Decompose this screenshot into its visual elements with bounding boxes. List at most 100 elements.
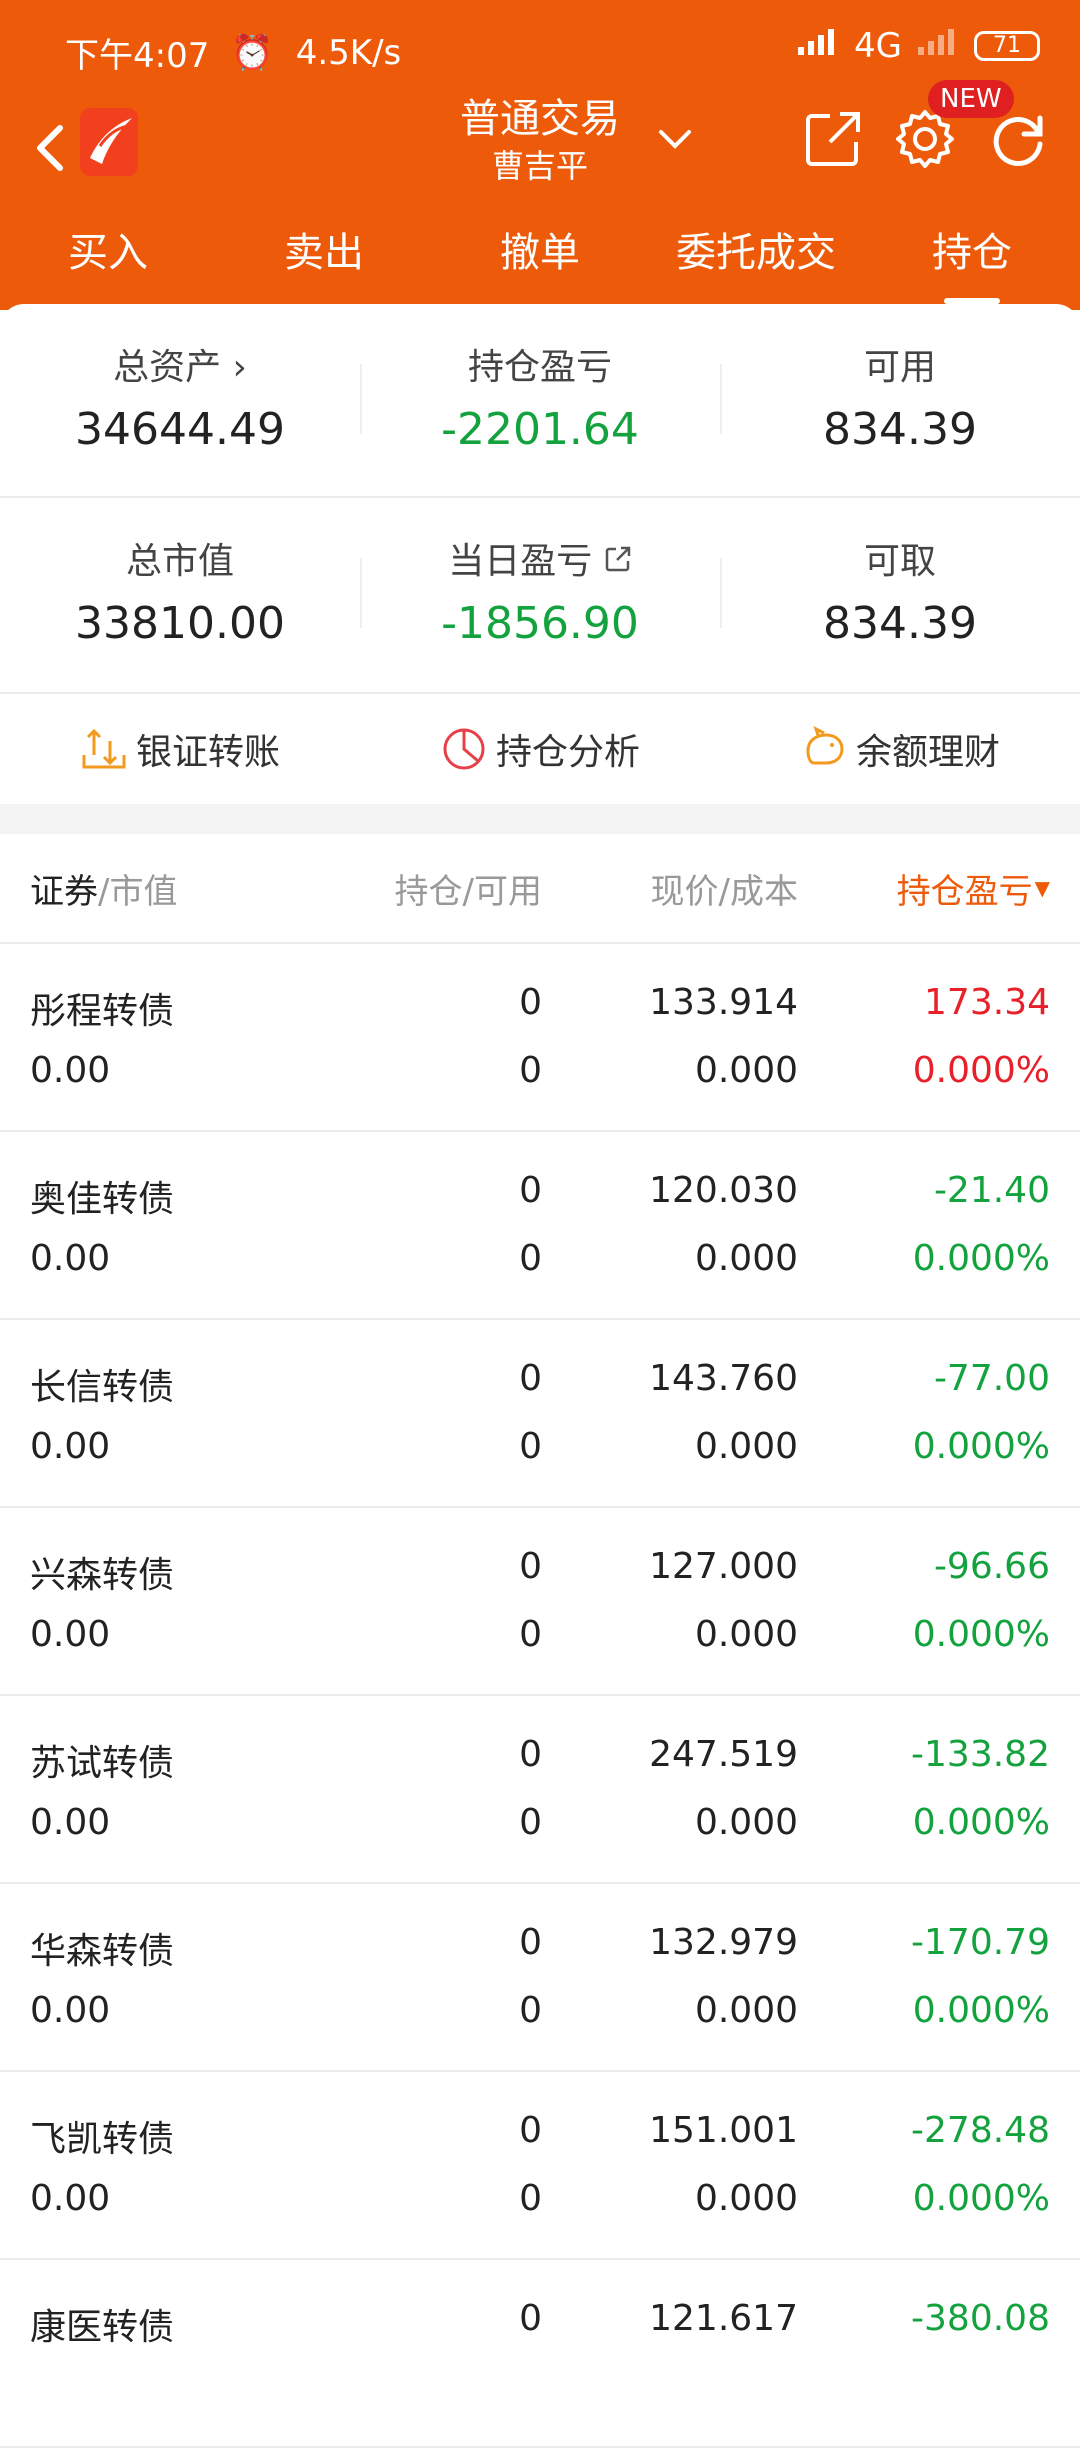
current-price: 247.519 [649, 1734, 798, 1775]
summary-row-2: 总市值 33810.00 当日盈亏 -1856.90 可取 834.39 [0, 498, 1080, 688]
table-row[interactable]: 苏试转债 0.00 0 0 247.519 0.000 -133.82 0.000% [0, 1696, 1080, 1884]
holding-quantity: 0 [519, 2110, 542, 2151]
security-name: 苏试转债 [30, 1743, 175, 1784]
pnl-percent: 0.000% [912, 1238, 1050, 1279]
total-assets-label: 总资产 › [113, 347, 247, 388]
market-value: 0.00 [30, 1990, 111, 2031]
market-value: 0.00 [30, 1614, 111, 1655]
cost-price: 0.000 [694, 1426, 798, 1467]
piggy-bank-icon [806, 726, 844, 765]
table-row[interactable]: 康医转债 0 121.617 -380.08 [0, 2260, 1080, 2448]
account-name: 曹吉平 [491, 147, 588, 185]
holding-quantity: 0 [519, 1546, 542, 1587]
table-row[interactable]: 彤程转债 0.00 0 0 133.914 0.000 173.34 0.000% [0, 944, 1080, 1132]
net-speed: 4.5K/s [295, 32, 402, 73]
daily-pnl[interactable]: 当日盈亏 -1856.90 [360, 498, 720, 688]
current-price: 143.760 [649, 1358, 798, 1399]
security-name: 长信转债 [30, 1367, 175, 1408]
position-pnl-label: 持仓盈亏 [467, 347, 612, 388]
account-selector[interactable]: 普通交易 曹吉平 [440, 90, 640, 188]
total-assets[interactable]: 总资产 › 34644.49 [0, 304, 360, 494]
tab-orders-trades[interactable]: 委托成交 [648, 218, 864, 308]
position-analysis-label: 持仓分析 [495, 732, 640, 773]
section-gap [0, 804, 1080, 834]
signal-icon-2 [916, 26, 960, 66]
balance-wealth-button[interactable]: 余额理财 [720, 694, 1080, 804]
transfer-icon [82, 728, 126, 769]
security-name: 康医转债 [30, 2307, 175, 2348]
current-price: 121.617 [649, 2298, 798, 2339]
sort-desc-icon: ▼ [1034, 876, 1050, 900]
bank-transfer-button[interactable]: 银证转账 [0, 694, 360, 804]
market-value: 0.00 [30, 1802, 111, 1843]
available-quantity: 0 [519, 1238, 542, 1279]
table-row[interactable]: 长信转债 0.00 0 0 143.760 0.000 -77.00 0.000% [0, 1320, 1080, 1508]
market-value: 0.00 [30, 1238, 111, 1279]
pie-chart-icon [443, 728, 485, 770]
total-market-value: 总市值 33810.00 [0, 498, 360, 688]
position-pnl-value: -2201.64 [441, 404, 639, 455]
tab-buy[interactable]: 买入 [0, 218, 216, 308]
bank-transfer-label: 银证转账 [135, 732, 280, 773]
market-value: 0.00 [30, 1050, 111, 1091]
page-title: 普通交易 [460, 96, 620, 142]
chevron-left-icon [37, 125, 63, 171]
security-name: 兴森转债 [30, 1555, 175, 1596]
tab-positions[interactable]: 持仓 [864, 218, 1080, 308]
pnl-percent: 0.000% [912, 1614, 1050, 1655]
holding-quantity: 0 [519, 982, 542, 1023]
total-market-value-value: 33810.00 [75, 598, 285, 649]
table-row[interactable]: 华森转债 0.00 0 0 132.979 0.000 -170.79 0.000% [0, 1884, 1080, 2072]
current-price: 127.000 [649, 1546, 798, 1587]
header-hold-available[interactable]: 持仓/可用 [395, 834, 542, 942]
available-funds-label: 可用 [863, 347, 936, 388]
withdrawable-funds-label: 可取 [863, 541, 936, 582]
holding-quantity: 0 [519, 2298, 542, 2339]
security-name: 飞凯转债 [30, 2119, 175, 2160]
position-analysis-button[interactable]: 持仓分析 [360, 694, 720, 804]
tab-cancel-order[interactable]: 撤单 [432, 218, 648, 308]
current-price: 120.030 [649, 1170, 798, 1211]
chevron-down-icon[interactable] [655, 120, 695, 160]
cost-price: 0.000 [694, 1990, 798, 2031]
pnl-percent: 0.000% [912, 1426, 1050, 1467]
position-pnl: -77.00 [933, 1358, 1050, 1399]
trade-tabs: 买入 卖出 撤单 委托成交 持仓 [0, 218, 1080, 308]
header-market-value-label: /市值 [98, 871, 178, 912]
share-button[interactable] [802, 108, 864, 170]
header-price-cost[interactable]: 现价/成本 [651, 834, 798, 942]
security-name: 奥佳转债 [30, 1179, 175, 1220]
external-link-icon [806, 112, 860, 166]
current-price: 151.001 [649, 2110, 798, 2151]
positions-table-header: 证券/市值 持仓/可用 现价/成本 持仓盈亏 ▼ [0, 834, 1080, 944]
quick-actions: 银证转账 持仓分析 余额理财 [0, 694, 1080, 804]
refresh-button[interactable] [986, 108, 1050, 172]
holding-quantity: 0 [519, 1922, 542, 1963]
back-button[interactable] [24, 112, 84, 182]
table-row[interactable]: 飞凯转债 0.00 0 0 151.001 0.000 -278.48 0.000% [0, 2072, 1080, 2260]
holding-quantity: 0 [519, 1170, 542, 1211]
cost-price: 0.000 [694, 1050, 798, 1091]
header-security-label: 证券 [30, 871, 98, 912]
table-row[interactable]: 奥佳转债 0.00 0 0 120.030 0.000 -21.40 0.000% [0, 1132, 1080, 1320]
broker-logo [78, 106, 140, 178]
cost-price: 0.000 [694, 1802, 798, 1843]
available-quantity: 0 [519, 1426, 542, 1467]
position-pnl: 持仓盈亏 -2201.64 [360, 304, 720, 494]
available-quantity: 0 [519, 1614, 542, 1655]
app-header: 普通交易 曹吉平 NEW [0, 80, 1080, 210]
daily-pnl-label: 当日盈亏 [448, 541, 593, 582]
total-market-value-label: 总市值 [125, 541, 234, 582]
summary-row-1: 总资产 › 34644.49 持仓盈亏 -2201.64 可用 834.39 [0, 304, 1080, 494]
position-pnl: 173.34 [924, 982, 1050, 1023]
pnl-percent: 0.000% [912, 1050, 1050, 1091]
market-value: 0.00 [30, 1426, 111, 1467]
header-position-pnl[interactable]: 持仓盈亏 ▼ [897, 834, 1050, 942]
position-pnl: -278.48 [911, 2110, 1050, 2151]
status-bar: 下午4:07 ⏰ 4.5K/s 4G 71 [0, 0, 1080, 90]
header-security[interactable]: 证券/市值 [30, 834, 177, 942]
tab-sell[interactable]: 卖出 [216, 218, 432, 308]
balance-wealth-label: 余额理财 [855, 732, 1000, 773]
pnl-percent: 0.000% [912, 1802, 1050, 1843]
table-row[interactable]: 兴森转债 0.00 0 0 127.000 0.000 -96.66 0.000% [0, 1508, 1080, 1696]
